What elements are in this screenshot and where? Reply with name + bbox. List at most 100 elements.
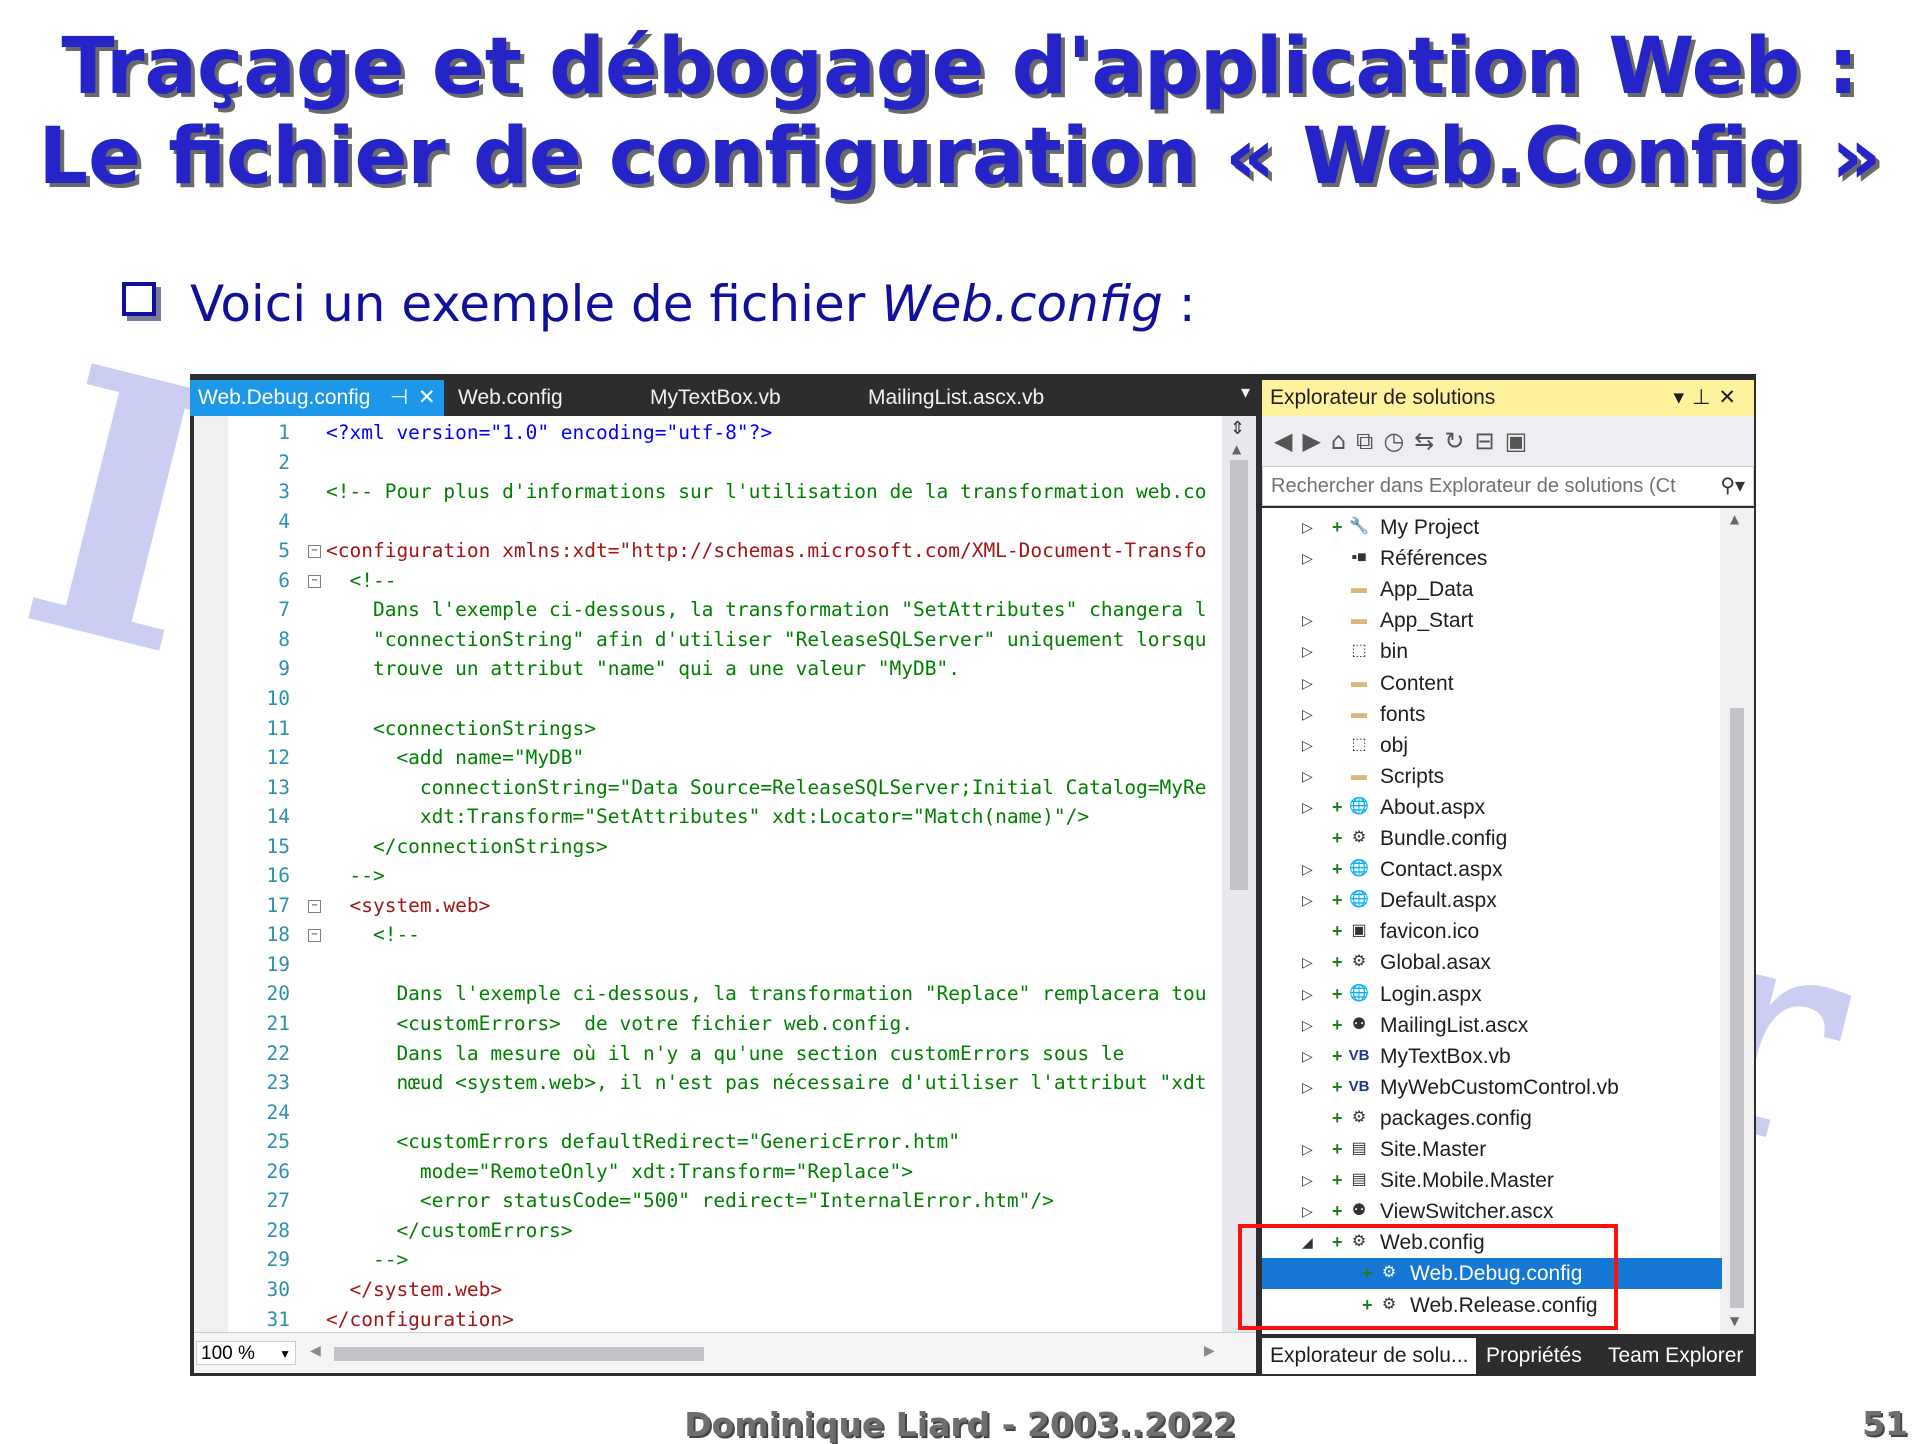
scroll-down-icon[interactable]: ▼: [1730, 1314, 1739, 1328]
code-line[interactable]: 4: [194, 507, 1222, 537]
tab-properties[interactable]: Propriétés: [1478, 1338, 1590, 1374]
sync-icon[interactable]: ⇆: [1414, 427, 1444, 455]
code-line[interactable]: 26 mode="RemoteOnly" xdt:Transform="Repl…: [194, 1157, 1222, 1187]
tree-item[interactable]: ▷ ▬ App_Start: [1262, 605, 1722, 636]
tree-item[interactable]: ▷ + ▤ Site.Master: [1262, 1134, 1722, 1165]
code-line[interactable]: 17 − <system.web>: [194, 891, 1222, 921]
expand-arrow-icon[interactable]: ▷: [1302, 605, 1313, 636]
solution-search-input[interactable]: Rechercher dans Explorateur de solutions…: [1262, 466, 1754, 506]
tab-dropdown-icon[interactable]: ▾: [1241, 382, 1250, 403]
code-line[interactable]: 15 </connectionStrings>: [194, 832, 1222, 862]
expand-arrow-icon[interactable]: ▷: [1302, 668, 1313, 699]
tree-item[interactable]: ▷ + ▤ Site.Mobile.Master: [1262, 1165, 1722, 1196]
tab-mytextbox-vb[interactable]: MyTextBox.vb: [642, 380, 789, 416]
expand-arrow-icon[interactable]: ▷: [1302, 543, 1313, 574]
code-line[interactable]: 31 </configuration>: [194, 1305, 1222, 1333]
expand-arrow-icon[interactable]: ▷: [1302, 854, 1313, 885]
show-all-files-icon[interactable]: ▣: [1505, 427, 1538, 455]
code-line[interactable]: 8 "connectionString" afin d'utiliser "Re…: [194, 625, 1222, 655]
code-line[interactable]: 21 <customErrors> de votre fichier web.c…: [194, 1009, 1222, 1039]
expand-arrow-icon[interactable]: ▷: [1302, 1041, 1313, 1072]
code-line[interactable]: 11 <connectionStrings>: [194, 714, 1222, 744]
tree-item[interactable]: ▷ ▬ fonts: [1262, 699, 1722, 730]
tab-solution-explorer[interactable]: Explorateur de solu...: [1262, 1338, 1477, 1374]
code-line[interactable]: 16 -->: [194, 861, 1222, 891]
code-line[interactable]: 27 <error statusCode="500" redirect="Int…: [194, 1186, 1222, 1216]
expand-arrow-icon[interactable]: ▷: [1302, 885, 1313, 916]
search-icon[interactable]: ⚲▾: [1716, 467, 1745, 505]
collapse-all-icon[interactable]: ⊟: [1474, 427, 1504, 455]
tab-web-config[interactable]: Web.config: [450, 380, 571, 416]
tree-item[interactable]: ▷ ▪■ Références: [1262, 543, 1722, 574]
code-line[interactable]: 28 </customErrors>: [194, 1216, 1222, 1246]
code-line[interactable]: 9 trouve un attribut "name" qui a une va…: [194, 654, 1222, 684]
tree-item[interactable]: ▷ + VB MyWebCustomControl.vb: [1262, 1072, 1722, 1103]
tree-item[interactable]: ▷ + ⚉ MailingList.ascx: [1262, 1010, 1722, 1041]
switch-views-icon[interactable]: ⧉: [1356, 427, 1383, 455]
expand-arrow-icon[interactable]: ▷: [1302, 699, 1313, 730]
pin-icon[interactable]: ⊥: [1692, 386, 1718, 409]
tree-item[interactable]: ▷ + ⚉ ViewSwitcher.ascx: [1262, 1196, 1722, 1227]
scroll-left-icon[interactable]: ◀: [310, 1343, 321, 1359]
code-line[interactable]: 1 <?xml version="1.0" encoding="utf-8"?>: [194, 418, 1222, 448]
code-line[interactable]: 12 <add name="MyDB": [194, 743, 1222, 773]
expand-arrow-icon[interactable]: ▷: [1302, 1196, 1313, 1227]
code-line[interactable]: 14 xdt:Transform="SetAttributes" xdt:Loc…: [194, 802, 1222, 832]
collapse-icon[interactable]: −: [308, 545, 321, 559]
code-line[interactable]: 30 </system.web>: [194, 1275, 1222, 1305]
pin-icon[interactable]: ⊣: [390, 380, 408, 416]
code-line[interactable]: 25 <customErrors defaultRedirect="Generi…: [194, 1127, 1222, 1157]
expand-arrow-icon[interactable]: ▷: [1302, 979, 1313, 1010]
tree-item[interactable]: ▷ + ⚙ Global.asax: [1262, 947, 1722, 978]
code-line[interactable]: 23 nœud <system.web>, il n'est pas néces…: [194, 1068, 1222, 1098]
scroll-right-icon[interactable]: ▶: [1204, 1343, 1215, 1359]
code-line[interactable]: 7 Dans l'exemple ci-dessous, la transfor…: [194, 595, 1222, 625]
tree-item[interactable]: + ⚙ Bundle.config: [1262, 823, 1722, 854]
tree-scroll-thumb[interactable]: [1730, 708, 1744, 1308]
code-line[interactable]: 6 − <!--: [194, 566, 1222, 596]
editor-hscroll-thumb[interactable]: [334, 1347, 704, 1361]
home-icon[interactable]: ⌂: [1331, 427, 1356, 455]
tab-mailinglist-ascx-vb[interactable]: MailingList.ascx.vb: [860, 380, 1052, 416]
code-line[interactable]: 18 − <!--: [194, 920, 1222, 950]
code-line[interactable]: 2: [194, 448, 1222, 478]
collapse-icon[interactable]: −: [308, 574, 321, 588]
dropdown-icon[interactable]: ▾: [1674, 386, 1693, 409]
tree-item[interactable]: ▷ + 🌐 Default.aspx: [1262, 885, 1722, 916]
tree-item[interactable]: + ⚙ packages.config: [1262, 1103, 1722, 1134]
tree-item[interactable]: ▷ ▬ Content: [1262, 668, 1722, 699]
expand-arrow-icon[interactable]: ▷: [1302, 1134, 1313, 1165]
tree-item[interactable]: + ▣ favicon.ico: [1262, 916, 1722, 947]
scroll-up-icon[interactable]: ▲: [1232, 442, 1241, 456]
code-line[interactable]: 22 Dans la mesure où il n'y a qu'une sec…: [194, 1039, 1222, 1069]
tree-item[interactable]: ▷ + VB MyTextBox.vb: [1262, 1041, 1722, 1072]
code-line[interactable]: 29 -->: [194, 1245, 1222, 1275]
zoom-select[interactable]: 100 % ▼: [196, 1341, 296, 1365]
tree-item[interactable]: ▷ + 🌐 Contact.aspx: [1262, 854, 1722, 885]
expand-arrow-icon[interactable]: ▷: [1302, 730, 1313, 761]
tree-item[interactable]: ▷ + 🌐 Login.aspx: [1262, 979, 1722, 1010]
history-icon[interactable]: ◷: [1383, 427, 1414, 455]
expand-arrow-icon[interactable]: ▷: [1302, 792, 1313, 823]
editor-scroll-thumb[interactable]: [1230, 460, 1248, 890]
split-icon[interactable]: ⇕: [1230, 418, 1245, 439]
close-icon[interactable]: ✕: [1718, 386, 1744, 409]
code-line[interactable]: 13 connectionString="Data Source=Release…: [194, 773, 1222, 803]
expand-arrow-icon[interactable]: ▷: [1302, 636, 1313, 667]
expand-arrow-icon[interactable]: ▷: [1302, 1010, 1313, 1041]
code-line[interactable]: 5 − <configuration xmlns:xdt="http://schem…: [194, 536, 1222, 566]
refresh-icon[interactable]: ↻: [1444, 427, 1474, 455]
code-line[interactable]: 24: [194, 1098, 1222, 1128]
back-icon[interactable]: ◀: [1274, 427, 1302, 455]
scroll-up-icon[interactable]: ▲: [1730, 512, 1739, 526]
tree-item[interactable]: ▬ App_Data: [1262, 574, 1722, 605]
tree-item[interactable]: ▷ + 🔧 My Project: [1262, 512, 1722, 543]
expand-arrow-icon[interactable]: ▷: [1302, 947, 1313, 978]
close-icon[interactable]: ✕: [418, 380, 436, 416]
editor-vertical-scrollbar[interactable]: ⇕ ▲: [1222, 416, 1256, 1332]
collapse-icon[interactable]: −: [308, 899, 321, 913]
tree-item[interactable]: ▷ ▬ Scripts: [1262, 761, 1722, 792]
code-line[interactable]: 10: [194, 684, 1222, 714]
code-line[interactable]: 20 Dans l'exemple ci-dessous, la transfo…: [194, 979, 1222, 1009]
code-area[interactable]: 1 <?xml version="1.0" encoding="utf-8"?> 2…: [194, 416, 1222, 1332]
